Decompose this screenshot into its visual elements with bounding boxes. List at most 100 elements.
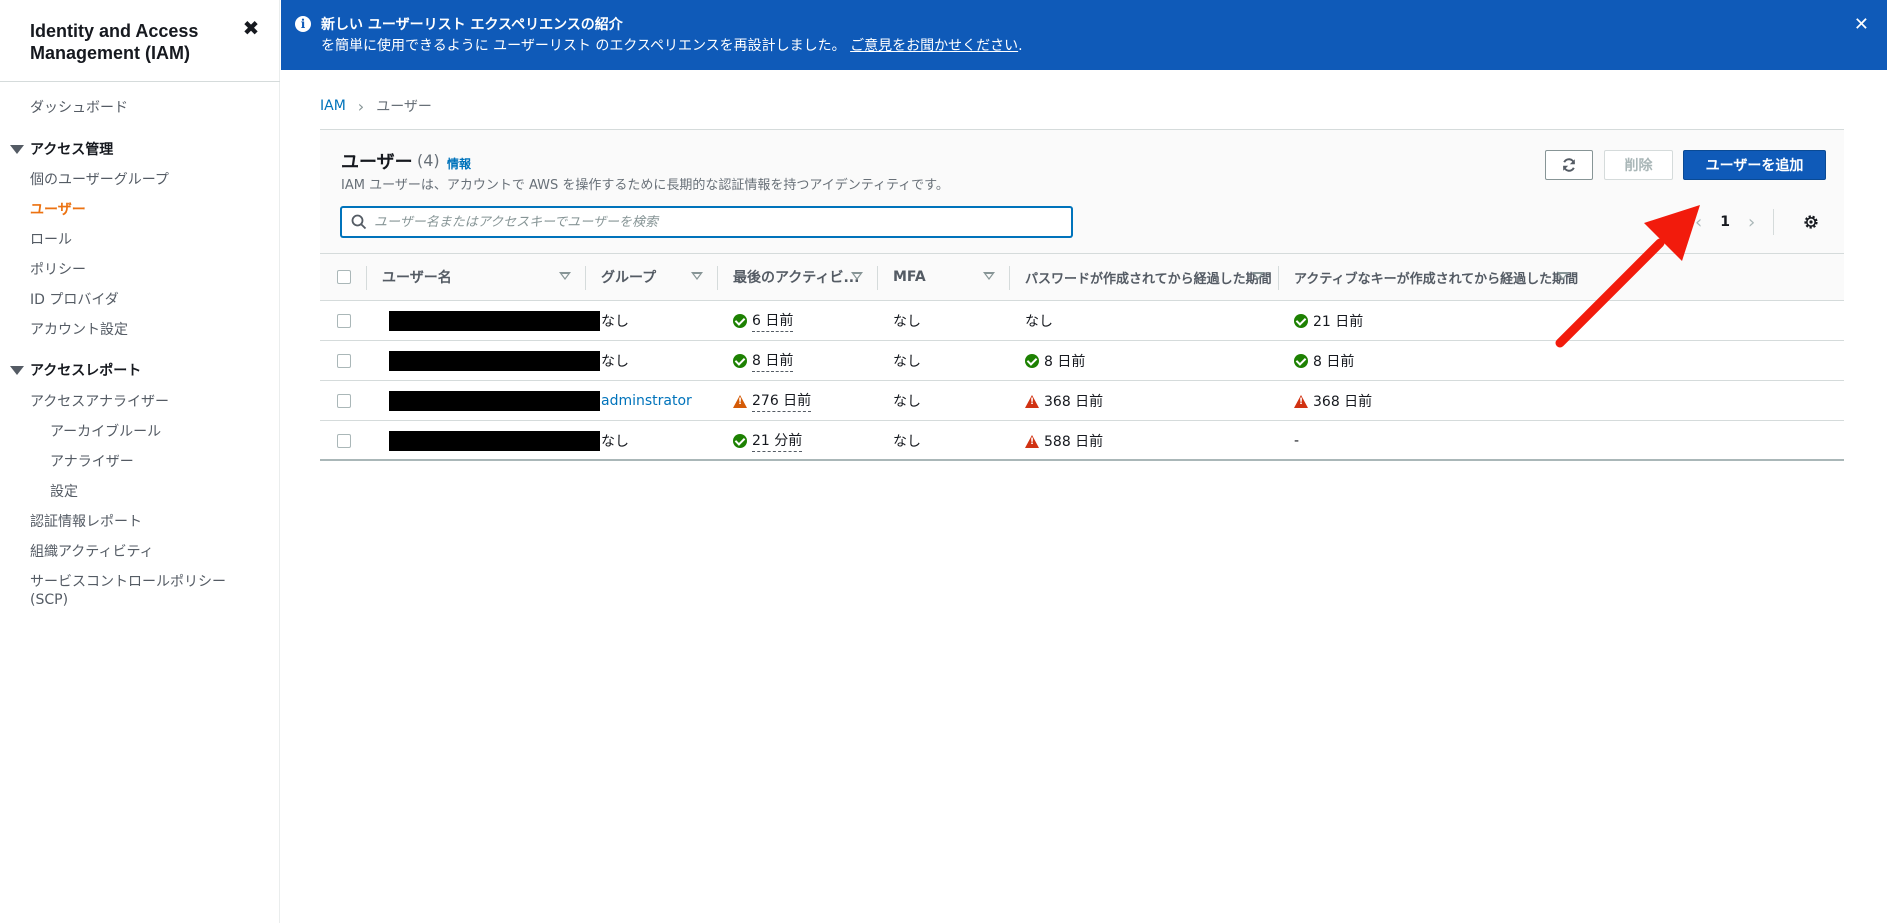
last-activity-value[interactable]: 8 日前 (752, 350, 794, 372)
sidebar-item-dashboard[interactable]: ダッシュボード (30, 97, 128, 117)
key-age-value: 8 日前 (1313, 354, 1355, 370)
chevron-down-icon (10, 144, 24, 154)
sidebar-item-user-groups[interactable]: 個のユーザーグループ (30, 169, 169, 189)
column-header-password-age[interactable]: パスワードが作成されてから経過した期間 (1009, 254, 1278, 300)
banner-close-icon[interactable]: ✕ (1854, 14, 1869, 35)
sidebar-item-organization-activity[interactable]: 組織アクティビティ (30, 541, 154, 561)
password-age-value: 368 日前 (1044, 394, 1104, 410)
column-label: ユーザー名 (382, 270, 452, 286)
error-icon (1294, 394, 1308, 408)
gear-icon[interactable] (1802, 213, 1820, 231)
search-icon (351, 214, 367, 230)
sidebar-section-access-management[interactable]: アクセス管理 (10, 139, 113, 159)
banner-message: を簡単に使用できるように ユーザーリスト のエクスペリエンスを再設計しました。 (321, 38, 846, 54)
row-checkbox[interactable] (337, 314, 351, 328)
password-age-value: なし (1025, 314, 1053, 330)
row-checkbox[interactable] (337, 354, 351, 368)
select-all-checkbox[interactable] (337, 270, 351, 284)
user-count: (4) (417, 151, 440, 170)
cell-group: なし (601, 341, 629, 381)
info-icon: i (295, 16, 311, 32)
last-activity-value[interactable]: 21 分前 (752, 430, 803, 452)
sidebar-item-policies[interactable]: ポリシー (30, 259, 86, 279)
table-row[interactable]: なし 6 日前 なし なし 21 日前 (320, 301, 1844, 341)
sidebar-item-roles[interactable]: ロール (30, 229, 72, 249)
page-number[interactable]: 1 (1720, 214, 1730, 230)
table-row[interactable]: なし 8 日前 なし 8 日前 8 日前 (320, 341, 1844, 381)
sidebar-section-access-reports[interactable]: アクセスレポート (10, 360, 141, 380)
pagination: ‹ 1 › (1695, 207, 1775, 237)
sidebar-item-analyzer-settings[interactable]: 設定 (50, 481, 78, 501)
column-label: グループ (601, 270, 657, 286)
sidebar-divider (0, 81, 280, 82)
sort-icon[interactable] (983, 272, 995, 280)
chevron-left-icon[interactable]: ‹ (1695, 212, 1702, 233)
column-header-username[interactable]: ユーザー名 (366, 254, 585, 300)
cell-mfa: なし (893, 381, 921, 421)
refresh-button[interactable] (1545, 150, 1593, 180)
error-icon (1025, 434, 1039, 448)
sidebar-item-users[interactable]: ユーザー (30, 199, 86, 219)
pager-divider (1773, 209, 1775, 235)
column-label: MFA (893, 269, 926, 285)
mfa-value: なし (893, 354, 921, 370)
last-activity-value[interactable]: 6 日前 (752, 310, 794, 332)
table-header: ユーザー名 グループ 最後のアクティビ... MFA パスワードが作成されてから… (320, 253, 1844, 301)
info-link[interactable]: 情報 (447, 155, 471, 172)
sort-icon[interactable] (691, 272, 703, 280)
refresh-icon (1563, 158, 1575, 172)
cell-group: なし (601, 421, 629, 461)
delete-button[interactable]: 削除 (1604, 150, 1673, 180)
sort-icon[interactable] (559, 272, 571, 280)
chevron-right-icon[interactable]: › (1748, 212, 1755, 233)
column-header-last-activity[interactable]: 最後のアクティビ... (717, 254, 877, 300)
sort-icon[interactable] (851, 272, 863, 280)
password-age-value: 8 日前 (1044, 354, 1086, 370)
cell-password-age: 368 日前 (1025, 381, 1103, 421)
row-checkbox[interactable] (337, 434, 351, 448)
mfa-value: なし (893, 434, 921, 450)
breadcrumb-iam[interactable]: IAM (320, 98, 346, 114)
sidebar-close-icon[interactable]: ✖ (240, 16, 262, 40)
add-user-button[interactable]: ユーザーを追加 (1683, 150, 1826, 180)
error-icon (1025, 394, 1039, 408)
success-icon (733, 434, 747, 448)
key-age-value: - (1294, 433, 1300, 449)
group-link[interactable]: adminstrator (601, 393, 692, 409)
key-age-value: 368 日前 (1313, 394, 1373, 410)
sidebar-item-identity-providers[interactable]: ID プロバイダ (30, 289, 119, 309)
column-label: パスワードが作成されてから経過した期間 (1025, 271, 1272, 287)
sidebar-item-credential-report[interactable]: 認証情報レポート (30, 511, 142, 531)
feedback-link[interactable]: ご意見をお聞かせください (850, 38, 1018, 54)
last-activity-value[interactable]: 276 日前 (752, 390, 812, 412)
search-input[interactable] (374, 211, 1064, 233)
group-text: なし (601, 434, 629, 450)
sidebar-item-analyzers[interactable]: アナライザー (50, 451, 134, 471)
column-header-key-age[interactable]: アクティブなキーが作成されてから経過した期間 (1278, 254, 1583, 300)
search-box (341, 207, 1072, 237)
mfa-value: なし (893, 314, 921, 330)
column-header-mfa[interactable]: MFA (877, 254, 1009, 300)
success-icon (733, 354, 747, 368)
success-icon (1025, 354, 1039, 368)
sidebar-item-access-analyzer[interactable]: アクセスアナライザー (30, 391, 169, 411)
sidebar-item-archive-rules[interactable]: アーカイブルール (50, 421, 161, 441)
row-checkbox[interactable] (337, 394, 351, 408)
chevron-down-icon (10, 365, 24, 375)
cell-mfa: なし (893, 421, 921, 461)
breadcrumb: IAM › ユーザー (320, 96, 432, 116)
sidebar-item-scp[interactable]: サービスコントロールポリシー (30, 571, 226, 591)
table-row[interactable]: なし 21 分前 なし 588 日前 - (320, 421, 1844, 461)
cell-last-activity: 6 日前 (733, 301, 794, 341)
cell-last-activity: 21 分前 (733, 421, 803, 461)
sidebar-item-account-settings[interactable]: アカウント設定 (30, 319, 128, 339)
table-row[interactable]: adminstrator 276 日前 なし 368 日前 368 日前 (320, 381, 1844, 421)
redacted-username (389, 311, 600, 331)
cell-last-activity: 8 日前 (733, 341, 794, 381)
announcement-banner: i 新しい ユーザーリスト エクスペリエンスの紹介 を簡単に使用できるように ユ… (281, 0, 1887, 70)
cell-mfa: なし (893, 341, 921, 381)
sort-icon[interactable] (1252, 272, 1264, 280)
sort-icon[interactable] (1557, 272, 1569, 280)
column-header-group[interactable]: グループ (585, 254, 717, 300)
banner-link-suffix: . (1018, 38, 1023, 54)
